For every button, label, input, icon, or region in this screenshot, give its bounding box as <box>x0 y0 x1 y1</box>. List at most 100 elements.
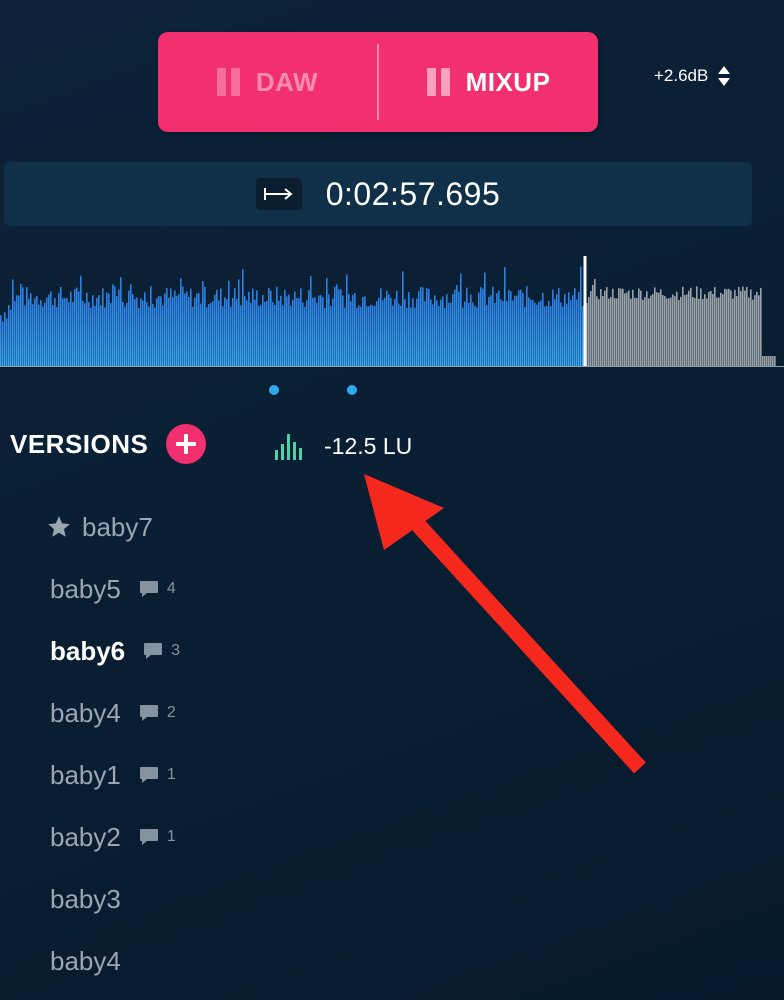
waveform-bar <box>774 356 776 366</box>
waveform-bar <box>116 296 118 366</box>
waveform-bar <box>258 306 260 366</box>
version-name: baby7 <box>82 511 153 542</box>
daw-mode-button[interactable]: DAW <box>158 32 377 132</box>
waveform-bar <box>144 292 146 366</box>
waveform-bar <box>124 306 126 366</box>
gain-stepper[interactable] <box>718 66 731 86</box>
waveform-bar <box>164 293 166 366</box>
waveform-bar <box>212 301 214 366</box>
waveform-bar <box>658 292 660 366</box>
comment-count: 3 <box>143 642 180 660</box>
waveform-bar <box>448 302 450 366</box>
arrow-to-right-icon[interactable] <box>255 178 302 210</box>
waveform-bar <box>220 288 222 366</box>
waveform-bar <box>208 303 210 366</box>
waveform-bar <box>512 300 514 366</box>
comment-count-value: 4 <box>166 580 176 597</box>
version-item[interactable]: baby1 1 <box>50 744 176 806</box>
waveform-bar <box>650 295 652 366</box>
waveform-bar <box>172 297 174 366</box>
waveform-bar <box>264 301 266 366</box>
caret-up-icon[interactable] <box>718 66 731 74</box>
waveform[interactable] <box>0 250 784 368</box>
waveform-bar <box>530 299 532 366</box>
waveform-bar <box>508 289 510 366</box>
waveform-bar <box>496 293 498 366</box>
waveform-bar <box>654 287 656 366</box>
waveform-bar <box>338 289 340 366</box>
version-item[interactable]: baby3 <box>50 868 121 930</box>
waveform-bar <box>548 300 550 366</box>
waveform-bar <box>174 290 176 366</box>
waveform-bar <box>428 288 430 366</box>
caret-down-icon[interactable] <box>718 78 731 86</box>
version-name: baby6 <box>50 635 126 666</box>
waveform-bar <box>444 307 446 366</box>
waveform-bar <box>600 288 602 366</box>
waveform-bar <box>414 307 416 366</box>
waveform-bar <box>640 290 642 366</box>
waveform-bar <box>140 298 142 366</box>
waveform-bar <box>656 292 658 366</box>
version-item[interactable]: baby4 2 <box>50 682 176 744</box>
add-version-button[interactable] <box>166 424 207 464</box>
waveform-bar <box>40 300 42 366</box>
waveform-bar <box>670 297 672 366</box>
version-item[interactable]: baby4 <box>50 930 121 992</box>
waveform-bar <box>418 291 420 366</box>
waveform-bar <box>450 302 452 366</box>
waveform-bar <box>458 291 460 366</box>
waveform-bar <box>260 305 262 366</box>
waveform-bar <box>186 291 188 366</box>
waveform-bar <box>632 289 634 366</box>
version-item[interactable]: baby7 <box>46 496 153 558</box>
waveform-bar <box>438 305 440 366</box>
waveform-bar <box>312 297 314 366</box>
version-item[interactable]: baby2 1 <box>50 806 176 868</box>
waveform-bar <box>128 290 130 366</box>
waveform-bar <box>574 288 576 366</box>
waveform-bar <box>160 296 162 366</box>
waveform-bar <box>514 295 516 366</box>
waveform-bar <box>610 297 612 366</box>
mixup-mode-button[interactable]: MIXUP <box>379 32 598 132</box>
version-item-active[interactable]: baby6 3 <box>50 620 180 682</box>
waveform-bar <box>466 287 468 366</box>
waveform-bar <box>26 286 28 366</box>
waveform-bar <box>0 315 2 366</box>
waveform-bar <box>686 294 688 366</box>
waveform-bar <box>86 292 88 366</box>
waveform-bar <box>68 302 70 366</box>
waveform-bar <box>502 301 504 366</box>
waveform-bar <box>460 273 462 366</box>
waveform-bar <box>318 295 320 366</box>
version-name: baby4 <box>50 697 121 728</box>
waveform-bar <box>298 298 300 366</box>
version-marker-dot[interactable] <box>345 383 359 397</box>
waveform-bar <box>690 287 692 366</box>
plus-icon <box>176 434 197 454</box>
waveform-bar <box>150 286 152 366</box>
waveform-bar <box>668 298 670 366</box>
waveform-bar <box>540 300 542 366</box>
version-item[interactable]: baby5 4 <box>50 558 176 620</box>
waveform-bar <box>44 302 46 366</box>
version-marker-dot[interactable] <box>267 383 281 397</box>
star-icon <box>48 516 70 537</box>
waveform-bar <box>270 290 272 366</box>
waveform-bar <box>558 287 560 366</box>
loudness-readout: -12.5 LU <box>274 432 412 460</box>
waveform-bar <box>288 294 290 366</box>
waveform-bar <box>570 300 572 366</box>
waveform-bar <box>380 288 382 366</box>
waveform-bar <box>322 297 324 366</box>
waveform-bar <box>688 290 690 366</box>
waveform-bar <box>316 302 318 366</box>
waveform-bar <box>476 307 478 366</box>
waveform-bar <box>2 321 4 366</box>
waveform-bar <box>66 298 68 366</box>
waveform-bar <box>738 286 740 366</box>
waveform-bar <box>692 296 694 366</box>
waveform-bar <box>180 278 182 366</box>
waveform-bar <box>22 287 24 366</box>
